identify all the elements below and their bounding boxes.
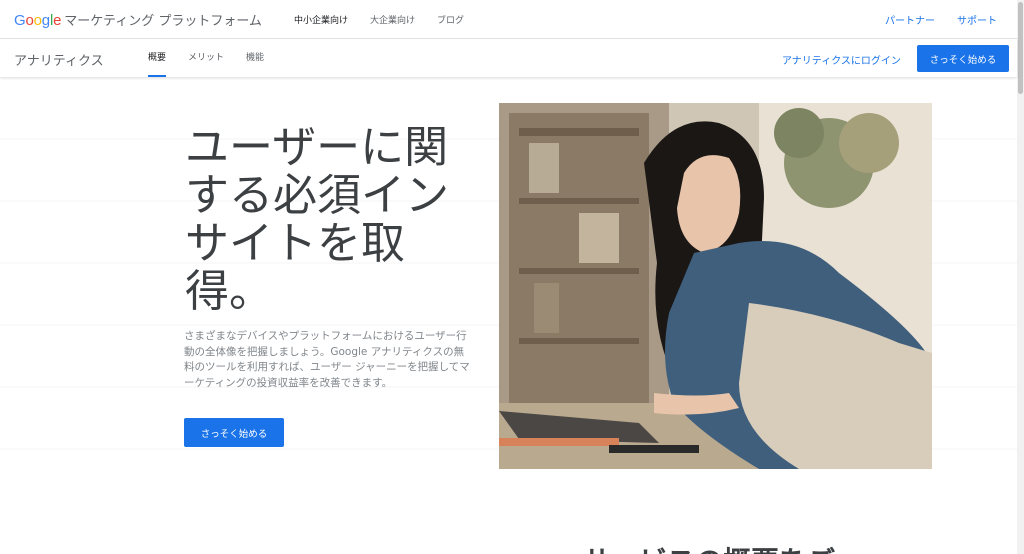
logo-letter: o (33, 12, 42, 29)
brand-title: マーケティング プラットフォーム (64, 14, 262, 29)
hero-image (499, 103, 932, 469)
partners-link[interactable]: パートナー (885, 12, 935, 27)
tab-features[interactable]: 機能 (246, 39, 264, 77)
product-subnav: アナリティクス 概要 メリット 機能 アナリティクスにログイン (0, 39, 1017, 77)
scrollbar-thumb[interactable] (1018, 2, 1023, 94)
top-nav: 中小企業向け 大企業向け ブログ (294, 13, 464, 26)
nav-item-small-business[interactable]: 中小企業向け (294, 13, 348, 26)
top-bar: Google マーケティング プラットフォーム 中小企業向け 大企業向け ブログ… (0, 0, 1017, 39)
logo-letter: g (41, 12, 50, 29)
nav-item-blog[interactable]: ブログ (437, 13, 464, 26)
support-link[interactable]: サポート (957, 12, 997, 27)
product-name[interactable]: アナリティクス (14, 50, 104, 69)
hero-headline: ユーザーに関する必須インサイトを取得。 (185, 122, 449, 317)
get-started-button[interactable]: さっそく始める (184, 418, 284, 447)
google-logo[interactable]: Google (14, 12, 61, 29)
tab-overview[interactable]: 概要 (148, 39, 167, 77)
logo-letter: o (25, 12, 34, 29)
analytics-login-link[interactable]: アナリティクスにログイン (782, 52, 901, 67)
logo-letter: e (53, 12, 62, 29)
scrollbar[interactable] (1017, 0, 1024, 554)
nav-item-enterprise[interactable]: 大企業向け (370, 13, 415, 26)
subnav-tabs: 概要 メリット 機能 (148, 39, 264, 77)
hero-photo-illustration (499, 103, 932, 469)
tab-benefits[interactable]: メリット (188, 39, 224, 77)
section-heading: サービスの概要をご (583, 540, 835, 554)
get-started-button-header[interactable]: さっそく始める (917, 45, 1009, 72)
hero-description: さまざまなデバイスやプラットフォームにおけるユーザー行動の全体像を把握しましょう… (184, 330, 470, 389)
brand[interactable]: Google マーケティング プラットフォーム (14, 10, 262, 29)
top-links: パートナー サポート (885, 12, 997, 27)
logo-letter: G (14, 12, 26, 29)
